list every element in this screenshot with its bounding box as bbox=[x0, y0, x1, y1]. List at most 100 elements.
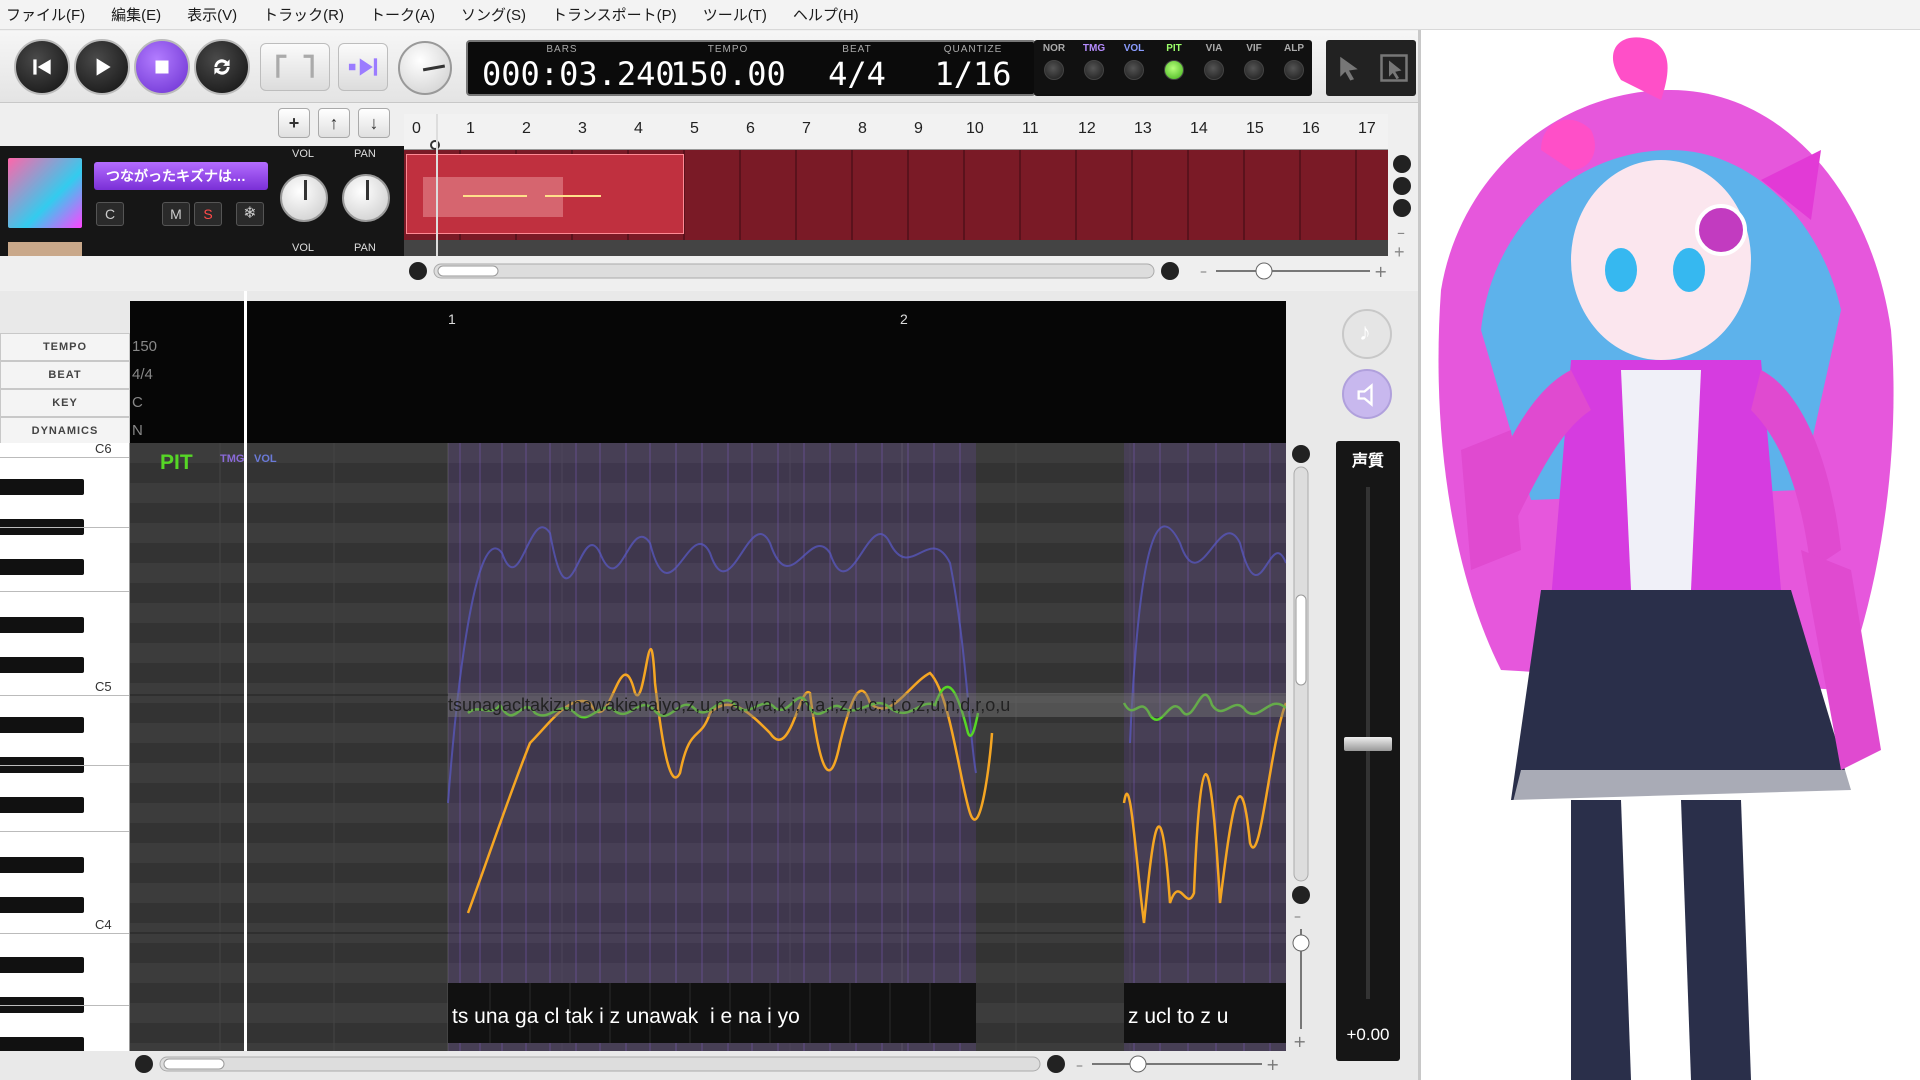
pit-mode-label: PIT bbox=[160, 451, 193, 474]
track-volume-knob[interactable] bbox=[280, 174, 328, 222]
piano-keyboard[interactable]: C6 C5 C4 bbox=[0, 443, 130, 1051]
track-c-button[interactable]: C bbox=[96, 202, 124, 226]
stop-button[interactable] bbox=[134, 39, 190, 95]
svg-text:–: – bbox=[1294, 909, 1301, 925]
follow-playback-button[interactable] bbox=[338, 43, 388, 91]
black-key[interactable] bbox=[0, 617, 84, 633]
pitch-edit-area[interactable]: tsunagacltakizunawakienaiyo,z,u,n,a,w,a,… bbox=[130, 443, 1286, 1051]
track-hscrollbar[interactable] bbox=[404, 262, 1184, 280]
play-icon bbox=[96, 58, 111, 76]
bars-value: 000:03.240 bbox=[482, 55, 675, 93]
black-key[interactable] bbox=[0, 559, 84, 575]
track-lane[interactable] bbox=[404, 114, 1388, 256]
vol-mode-label[interactable]: VOL bbox=[254, 453, 277, 465]
note-preview-button[interactable]: ♪ bbox=[1342, 309, 1392, 359]
speaker-button[interactable] bbox=[1342, 369, 1392, 419]
key-divider bbox=[0, 933, 129, 934]
black-key[interactable] bbox=[0, 857, 84, 873]
menu-transport[interactable]: トランスポート(P) bbox=[552, 4, 677, 25]
editor-hscrollbar[interactable]: – + bbox=[130, 1051, 1286, 1077]
select-tool-icon[interactable] bbox=[1379, 53, 1409, 83]
tempo-readout[interactable]: TEMPO 150.00 bbox=[668, 44, 788, 93]
phonemes-right[interactable]: z ucl to z u bbox=[1128, 1005, 1228, 1029]
key-row-value[interactable]: C bbox=[130, 389, 1286, 417]
mode-nor[interactable]: NOR bbox=[1036, 43, 1072, 80]
black-key[interactable] bbox=[0, 657, 84, 673]
mode-via[interactable]: VIA bbox=[1196, 43, 1232, 80]
move-track-up-button[interactable]: ↑ bbox=[318, 108, 350, 138]
track-pan-knob[interactable] bbox=[342, 174, 390, 222]
transport-bar: BARS 000:03.240 TEMPO 150.00 BEAT 4/4 QU… bbox=[0, 31, 1418, 103]
menu-talk[interactable]: トーク(A) bbox=[370, 4, 435, 25]
mode-alp[interactable]: ALP bbox=[1276, 43, 1312, 80]
black-key[interactable] bbox=[0, 957, 84, 973]
playhead-marker[interactable] bbox=[430, 140, 440, 150]
region-preview bbox=[423, 177, 563, 217]
key-row-label: KEY bbox=[0, 389, 130, 417]
roll-canvas bbox=[130, 443, 1286, 1051]
tempo-row-value[interactable]: 150 bbox=[130, 333, 1286, 361]
black-key[interactable] bbox=[0, 797, 84, 813]
beat-row-value[interactable]: 4/4 bbox=[130, 361, 1286, 389]
editor-vscrollbar[interactable]: – + bbox=[1290, 443, 1312, 1051]
voice-avatar bbox=[8, 158, 82, 228]
vol-label: VOL bbox=[292, 148, 315, 160]
svg-text:–: – bbox=[1200, 264, 1207, 280]
ruler-bar: 6 bbox=[746, 120, 755, 137]
song-region[interactable] bbox=[406, 154, 684, 234]
menu-file[interactable]: ファイル(F) bbox=[6, 4, 85, 25]
track-zoom-slider[interactable]: – + bbox=[1200, 262, 1390, 280]
track-header[interactable]: つながったキズナは… C M S ❄ VOL PAN VOL PAN bbox=[0, 146, 404, 256]
timeline-ruler[interactable]: 0 1 2 3 4 5 6 7 8 9 10 11 12 13 14 15 16… bbox=[404, 114, 1388, 150]
editor-playhead[interactable] bbox=[244, 291, 247, 1051]
loop-button[interactable] bbox=[194, 39, 250, 95]
play-button[interactable] bbox=[74, 39, 130, 95]
mode-vif-label: VIF bbox=[1246, 43, 1262, 54]
beat-readout[interactable]: BEAT 4/4 bbox=[814, 44, 900, 93]
ruler-bar: 13 bbox=[1134, 120, 1152, 137]
black-key[interactable] bbox=[0, 1037, 84, 1051]
mode-vol[interactable]: VOL bbox=[1116, 43, 1152, 80]
key-divider bbox=[0, 457, 129, 458]
voice-quality-panel: 声質 +0.00 bbox=[1336, 441, 1400, 1061]
black-key[interactable] bbox=[0, 479, 84, 495]
ruler-bar: 1 bbox=[466, 120, 475, 137]
freeze-button[interactable]: ❄ bbox=[236, 202, 264, 226]
black-key[interactable] bbox=[0, 897, 84, 913]
speaker-icon bbox=[1357, 383, 1373, 407]
mode-vif[interactable]: VIF bbox=[1236, 43, 1272, 80]
menu-view[interactable]: 表示(V) bbox=[187, 4, 237, 25]
lane-zoom-plus-icon[interactable]: + bbox=[1394, 242, 1405, 263]
menu-tools[interactable]: ツール(T) bbox=[703, 4, 767, 25]
ruler-bar: 2 bbox=[522, 120, 531, 137]
beat-label: BEAT bbox=[842, 44, 872, 55]
menu-help[interactable]: ヘルプ(H) bbox=[793, 4, 859, 25]
black-key[interactable] bbox=[0, 717, 84, 733]
move-track-down-button[interactable]: ↓ bbox=[358, 108, 390, 138]
voice-quality-slider[interactable] bbox=[1344, 737, 1392, 751]
ruler-bar: 5 bbox=[690, 120, 699, 137]
octave-label-c4: C4 bbox=[95, 917, 112, 932]
tempo-label: TEMPO bbox=[707, 44, 749, 55]
solo-button[interactable]: S bbox=[194, 202, 222, 226]
editor-ruler[interactable]: 1 2 bbox=[130, 301, 1286, 333]
quantize-readout[interactable]: QUANTIZE 1/16 bbox=[918, 44, 1028, 93]
phonemes-left[interactable]: ts una ga cl tak i z unawak i e na i yo bbox=[452, 1005, 800, 1029]
add-track-button[interactable]: + bbox=[278, 108, 310, 138]
menu-song[interactable]: ソング(S) bbox=[461, 4, 526, 25]
dynamics-row-value[interactable]: N bbox=[130, 417, 1286, 445]
pointer-tool-icon[interactable] bbox=[1334, 53, 1364, 83]
loop-range-button[interactable] bbox=[260, 43, 330, 91]
octave-label-c5: C5 bbox=[95, 679, 112, 694]
menu-edit[interactable]: 編集(E) bbox=[111, 4, 161, 25]
mode-pit[interactable]: PIT bbox=[1156, 43, 1192, 80]
tmg-mode-label[interactable]: TMG bbox=[220, 453, 244, 465]
menu-track[interactable]: トラック(R) bbox=[263, 4, 344, 25]
lyric-row[interactable]: tsunagacltakizunawakienaiyo,z,u,n,a,w,a,… bbox=[448, 693, 1286, 717]
rewind-button[interactable] bbox=[14, 39, 70, 95]
voice-quality-label: 声質 bbox=[1351, 453, 1384, 470]
track-name[interactable]: つながったキズナは… bbox=[94, 162, 268, 190]
mode-tmg[interactable]: TMG bbox=[1076, 43, 1112, 80]
master-volume-knob[interactable] bbox=[398, 41, 452, 95]
mute-button[interactable]: M bbox=[162, 202, 190, 226]
